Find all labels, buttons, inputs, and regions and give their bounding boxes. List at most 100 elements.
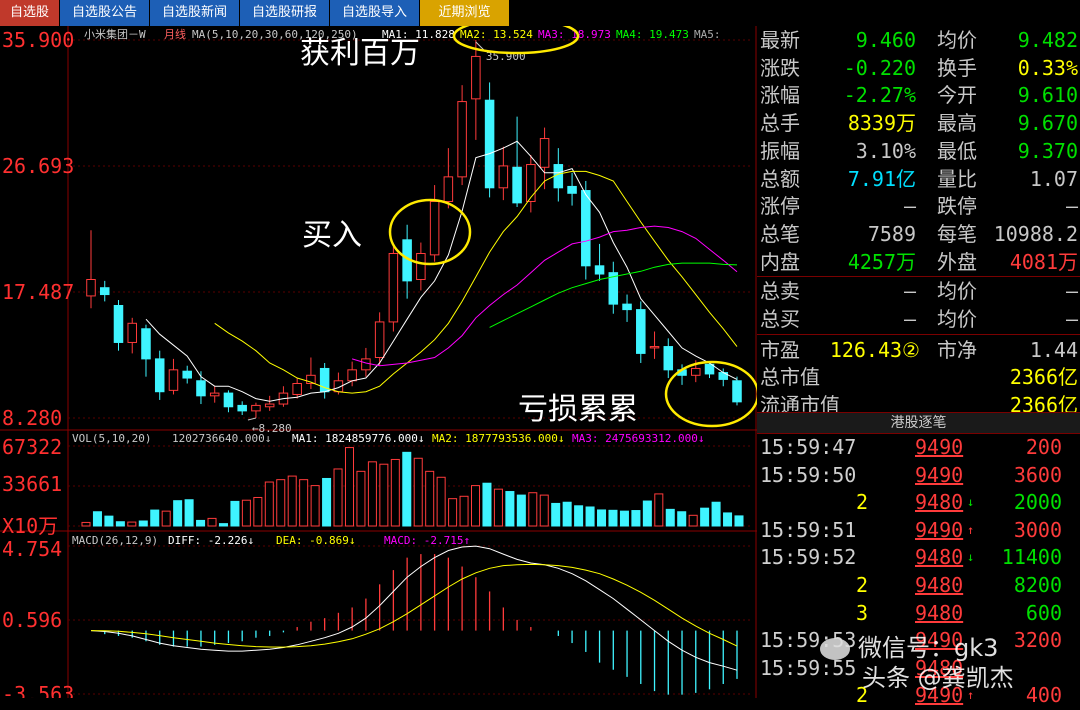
volume-bar bbox=[665, 508, 675, 527]
volume-tick-label: 67322 bbox=[2, 435, 62, 459]
quote-value: 1.44 bbox=[1029, 337, 1078, 362]
macd-legend-item: DEA: -0.869↓ bbox=[276, 534, 355, 547]
volume-bar bbox=[597, 509, 607, 527]
candle-body bbox=[127, 322, 137, 343]
candle-body bbox=[457, 101, 467, 178]
candle-body bbox=[361, 358, 371, 371]
price-candle bbox=[154, 350, 165, 400]
quote-row: 总手 8339万 最高 9.670 bbox=[757, 109, 1080, 137]
price-candle bbox=[388, 243, 399, 332]
volume-value: 1202736640.000↓ bbox=[172, 432, 271, 445]
price-candle bbox=[732, 376, 742, 406]
volume-bar bbox=[299, 479, 309, 527]
ma-line-ma2 bbox=[214, 170, 738, 394]
trade-row[interactable]: 15:59:47 9490 200 bbox=[757, 434, 1080, 462]
quote-value: -2.27% bbox=[843, 83, 916, 108]
trade-time: 2 bbox=[855, 573, 868, 597]
trade-row[interactable]: 3 9480 600 bbox=[757, 600, 1080, 628]
volume-bar bbox=[711, 501, 721, 527]
volume-bar bbox=[493, 488, 503, 527]
tab-watchlist-research[interactable]: 自选股研报 bbox=[240, 0, 330, 26]
candle-body bbox=[182, 370, 192, 379]
candle-body bbox=[704, 363, 715, 375]
volume-bar bbox=[608, 509, 618, 527]
volume-bar bbox=[425, 470, 435, 527]
ma-legend-item: MA2: 13.524 bbox=[460, 28, 533, 41]
candle-body bbox=[581, 190, 591, 267]
trade-price: 9480 bbox=[915, 490, 964, 515]
quote-value: – bbox=[903, 279, 916, 304]
candle-body bbox=[292, 383, 302, 395]
candle-body bbox=[99, 287, 110, 296]
trade-direction-icon: ↑ bbox=[967, 522, 975, 537]
trade-direction-icon: ↓ bbox=[967, 550, 975, 565]
price-candle bbox=[141, 324, 151, 377]
trade-volume: 11400 bbox=[1001, 545, 1062, 570]
volume-legend-item: MA3: 2475693312.000↓ bbox=[572, 432, 704, 445]
quote-label: 量比 bbox=[937, 166, 977, 191]
trade-time: 15:59:51 bbox=[760, 517, 857, 542]
candle-body bbox=[154, 358, 165, 393]
price-candle bbox=[306, 357, 316, 389]
volume-bar bbox=[356, 470, 366, 527]
chart-title: 小米集团－W bbox=[84, 27, 146, 41]
quote-row: 涨幅 -2.27% 今开 9.610 bbox=[757, 81, 1080, 109]
candle-body bbox=[636, 309, 646, 354]
tab-watchlist[interactable]: 自选股 bbox=[0, 0, 60, 26]
trade-time: 3 bbox=[855, 600, 868, 625]
trade-row[interactable]: 15:59:52 9480 ↓ 11400 bbox=[757, 544, 1080, 572]
tab-recent-browse[interactable]: 近期浏览 bbox=[420, 0, 510, 26]
price-candle bbox=[168, 358, 179, 395]
trade-volume: 400 bbox=[1025, 683, 1062, 708]
volume-bar bbox=[184, 499, 194, 527]
trade-row[interactable]: 2 9480 8200 bbox=[757, 572, 1080, 600]
candle-body bbox=[663, 346, 674, 371]
quote-row: 内盘 4257万 外盘 4081万 bbox=[757, 248, 1080, 276]
volume-bar bbox=[436, 476, 446, 527]
quote-row: 总买 – 均价 – bbox=[757, 305, 1080, 333]
price-tick-label: 8.280 bbox=[2, 406, 62, 430]
stock-chart[interactable]: 35.90026.69317.4878.280小米集团－W 月线 MA(5,10,2… bbox=[0, 26, 757, 698]
trade-row[interactable]: 15:59:51 9490 ↑ 3000 bbox=[757, 517, 1080, 545]
trade-row[interactable]: 15:59:50 9490 3600 bbox=[757, 462, 1080, 490]
price-candle bbox=[567, 172, 577, 206]
price-candle bbox=[416, 242, 426, 291]
price-candle bbox=[553, 148, 564, 202]
quote-row: 总额 7.91亿 量比 1.07 bbox=[757, 165, 1080, 193]
volume-bar bbox=[138, 520, 148, 527]
trade-row[interactable]: 2 9480 ↓ 2000 bbox=[757, 489, 1080, 517]
candle-body bbox=[512, 166, 522, 204]
candle-body bbox=[498, 165, 509, 189]
candle-body bbox=[374, 321, 385, 359]
candle-body bbox=[196, 380, 206, 397]
tab-watchlist-news[interactable]: 自选股新闻 bbox=[150, 0, 240, 26]
trade-price: 9490 bbox=[915, 462, 964, 487]
volume-bar bbox=[173, 500, 183, 527]
volume-bar bbox=[276, 479, 286, 527]
trade-time: 2 bbox=[855, 490, 868, 515]
volume-bar bbox=[723, 512, 733, 527]
volume-bar bbox=[528, 492, 538, 527]
price-candle bbox=[237, 401, 247, 415]
tab-watchlist-announcements[interactable]: 自选股公告 bbox=[60, 0, 150, 26]
tab-watchlist-import[interactable]: 自选股导入 bbox=[330, 0, 420, 26]
price-candle bbox=[704, 361, 715, 379]
price-tick-label: 35.900 bbox=[2, 28, 74, 52]
volume-bar bbox=[734, 515, 744, 527]
quote-value: 8339万 bbox=[847, 111, 916, 136]
candle-body bbox=[622, 303, 632, 311]
quote-row: 市盈 126.43② 市净 1.44 bbox=[757, 336, 1080, 364]
candle-body bbox=[113, 305, 124, 343]
price-tick-label: 26.693 bbox=[2, 154, 74, 178]
quote-row: 振幅 3.10% 最低 9.370 bbox=[757, 137, 1080, 165]
quote-row: 涨跌 -0.220 换手 0.33% bbox=[757, 54, 1080, 82]
quote-label: 总市值 bbox=[760, 365, 820, 390]
volume-bar bbox=[344, 447, 355, 527]
quote-value: -0.220 bbox=[843, 55, 916, 80]
volume-bar bbox=[104, 515, 114, 527]
trade-volume: 3200 bbox=[1013, 628, 1062, 653]
volume-bar bbox=[631, 510, 641, 527]
price-candle bbox=[209, 386, 220, 403]
annotation-loss: 亏损累累 bbox=[518, 392, 638, 427]
quote-value: 7.91亿 bbox=[847, 166, 916, 191]
